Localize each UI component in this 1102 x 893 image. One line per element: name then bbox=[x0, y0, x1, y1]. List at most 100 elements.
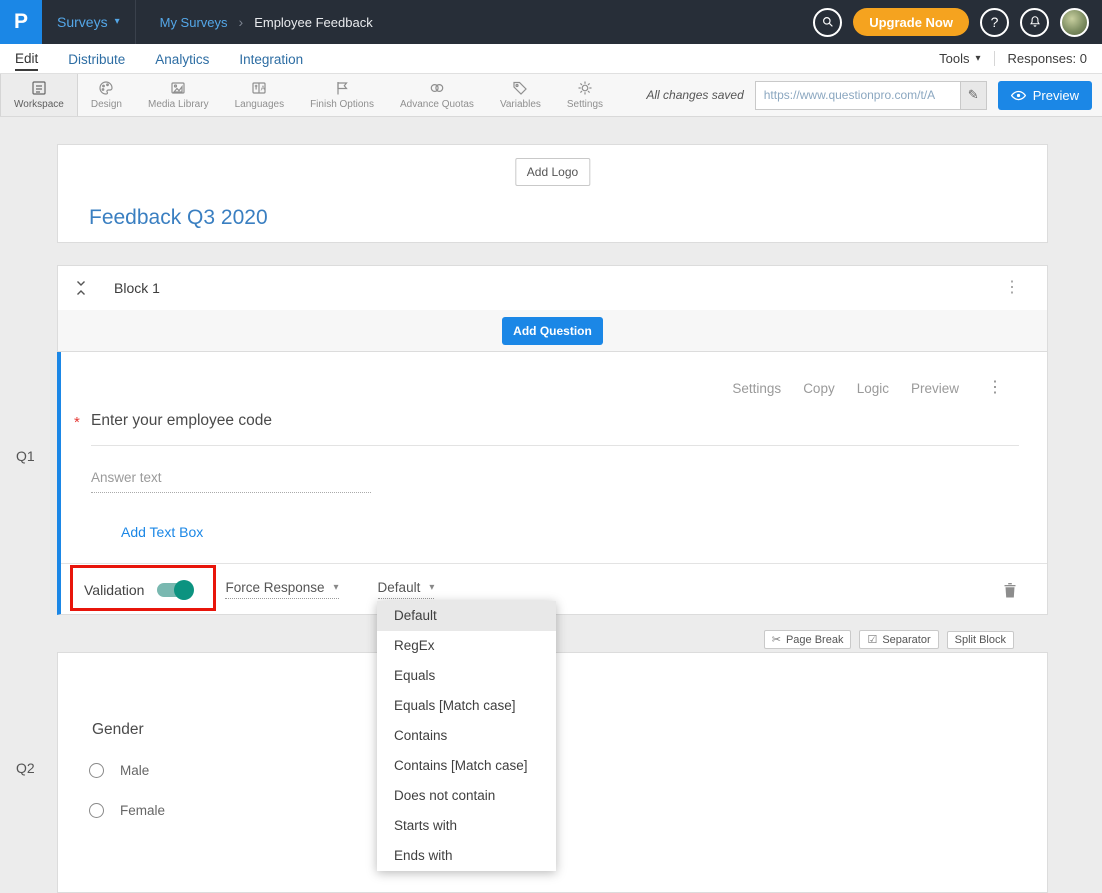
question-preview-link[interactable]: Preview bbox=[911, 381, 959, 396]
add-question-button[interactable]: Add Question bbox=[502, 317, 603, 345]
advance-quotas-icon bbox=[429, 80, 445, 96]
languages-icon: A bbox=[251, 80, 267, 96]
answer-option-label: Male bbox=[120, 763, 149, 778]
survey-title[interactable]: Feedback Q3 2020 bbox=[89, 206, 268, 230]
add-logo-button[interactable]: Add Logo bbox=[515, 158, 590, 186]
bell-icon bbox=[1028, 15, 1042, 29]
search-button[interactable] bbox=[813, 8, 842, 37]
toolbar-item-workspace[interactable]: Workspace bbox=[0, 74, 78, 116]
workspace-icon bbox=[31, 80, 47, 96]
tools-menu[interactable]: Tools ▾ bbox=[939, 51, 980, 66]
user-avatar[interactable] bbox=[1060, 8, 1089, 37]
tab-distribute[interactable]: Distribute bbox=[68, 48, 125, 70]
tab-integration[interactable]: Integration bbox=[239, 48, 303, 70]
help-button[interactable]: ? bbox=[980, 8, 1009, 37]
edit-url-button[interactable]: ✎ bbox=[960, 82, 986, 109]
add-question-bar: Add Question bbox=[57, 310, 1048, 352]
tab-analytics[interactable]: Analytics bbox=[155, 48, 209, 70]
validation-type-value: Default bbox=[378, 580, 421, 595]
preview-button[interactable]: Preview bbox=[998, 81, 1092, 110]
vertical-divider bbox=[994, 51, 995, 66]
radio-button-icon[interactable] bbox=[89, 803, 104, 818]
question-settings-link[interactable]: Settings bbox=[732, 381, 781, 396]
collapse-block-button[interactable] bbox=[75, 280, 87, 296]
toolbar-item-advance-quotas[interactable]: Advance Quotas bbox=[387, 74, 487, 116]
tabbar-right: Tools ▾ Responses: 0 bbox=[939, 51, 1087, 66]
force-response-dropdown[interactable]: Force Response ▾ bbox=[225, 580, 338, 599]
separator-label: Separator bbox=[882, 634, 930, 646]
validation-toggle[interactable] bbox=[157, 583, 192, 597]
split-block-label: Split Block bbox=[955, 634, 1006, 646]
question-logic-link[interactable]: Logic bbox=[857, 381, 889, 396]
variables-icon bbox=[512, 80, 528, 96]
survey-url-box: https://www.questionpro.com/t/A ✎ bbox=[755, 81, 987, 110]
survey-header-card: Add Logo Feedback Q3 2020 bbox=[57, 144, 1048, 243]
caret-down-icon: ▾ bbox=[334, 583, 339, 593]
settings-gear-icon bbox=[577, 80, 593, 96]
breadcrumb: My Surveys › Employee Feedback bbox=[160, 14, 373, 30]
question-number-q1: Q1 bbox=[16, 448, 35, 464]
survey-url-input[interactable]: https://www.questionpro.com/t/A bbox=[756, 88, 960, 102]
radio-button-icon[interactable] bbox=[89, 763, 104, 778]
answer-option-male[interactable]: Male bbox=[89, 763, 149, 778]
question-2-text[interactable]: Gender bbox=[92, 721, 144, 739]
menu-option-regex[interactable]: RegEx bbox=[377, 631, 556, 661]
header-actions: Upgrade Now ? bbox=[813, 8, 1102, 37]
question-1-text-value: Enter your employee code bbox=[91, 412, 272, 429]
required-asterisk: * bbox=[74, 414, 80, 431]
toolbar-item-variables[interactable]: Variables bbox=[487, 74, 554, 116]
toolbar-right: All changes saved https://www.questionpr… bbox=[646, 74, 1102, 116]
chevron-right-icon: › bbox=[239, 14, 244, 30]
separator-button[interactable]: ☑ Separator bbox=[859, 630, 938, 649]
menu-option-contains[interactable]: Contains bbox=[377, 721, 556, 751]
questionpro-logo[interactable]: P bbox=[0, 0, 42, 44]
menu-option-does-not-contain[interactable]: Does not contain bbox=[377, 781, 556, 811]
header-divider bbox=[135, 0, 136, 44]
toolbar-item-finish-options[interactable]: Finish Options bbox=[297, 74, 387, 116]
menu-option-contains-match-case[interactable]: Contains [Match case] bbox=[377, 751, 556, 781]
split-block-button[interactable]: Split Block bbox=[947, 631, 1014, 649]
add-text-box-link[interactable]: Add Text Box bbox=[121, 524, 203, 540]
toolbar-item-label: Workspace bbox=[14, 99, 64, 110]
tab-edit[interactable]: Edit bbox=[15, 47, 38, 71]
question-copy-link[interactable]: Copy bbox=[803, 381, 835, 396]
menu-option-ends-with[interactable]: Ends with bbox=[377, 841, 556, 871]
answer-text-field[interactable]: Answer text bbox=[91, 470, 371, 493]
toolbar-item-languages[interactable]: A Languages bbox=[222, 74, 298, 116]
delete-question-button[interactable] bbox=[1003, 582, 1017, 598]
upgrade-now-button[interactable]: Upgrade Now bbox=[853, 8, 969, 36]
tools-label: Tools bbox=[939, 51, 969, 66]
collapse-icon bbox=[75, 280, 87, 296]
breadcrumb-my-surveys[interactable]: My Surveys bbox=[160, 15, 228, 30]
menu-option-starts-with[interactable]: Starts with bbox=[377, 811, 556, 841]
answer-option-female[interactable]: Female bbox=[89, 803, 165, 818]
validation-type-dropdown[interactable]: Default ▾ bbox=[378, 580, 435, 599]
save-status: All changes saved bbox=[646, 88, 743, 102]
notifications-button[interactable] bbox=[1020, 8, 1049, 37]
toolbar-item-settings[interactable]: Settings bbox=[554, 74, 616, 116]
page-break-button[interactable]: ✂ Page Break bbox=[764, 630, 852, 649]
toolbar-item-label: Languages bbox=[235, 99, 285, 110]
toolbar-item-label: Settings bbox=[567, 99, 603, 110]
media-library-icon bbox=[170, 80, 186, 96]
caret-down-icon: ▾ bbox=[115, 17, 120, 27]
question-1-card: Settings Copy Logic Preview ⋮ * Enter yo… bbox=[57, 352, 1048, 615]
responses-count[interactable]: Responses: 0 bbox=[1008, 51, 1088, 66]
menu-option-default[interactable]: Default bbox=[377, 601, 556, 631]
menu-option-equals[interactable]: Equals bbox=[377, 661, 556, 691]
toolbar-item-label: Finish Options bbox=[310, 99, 374, 110]
toolbar-item-label: Variables bbox=[500, 99, 541, 110]
menu-option-equals-match-case[interactable]: Equals [Match case] bbox=[377, 691, 556, 721]
toolbar-item-label: Design bbox=[91, 99, 122, 110]
answer-option-label: Female bbox=[120, 803, 165, 818]
toolbar-item-design[interactable]: Design bbox=[78, 74, 135, 116]
toolbar-item-media-library[interactable]: Media Library bbox=[135, 74, 222, 116]
question-1-text[interactable]: * Enter your employee code bbox=[91, 412, 1019, 446]
question-menu-button[interactable]: ⋮ bbox=[987, 380, 1003, 396]
validation-type-menu: Default RegEx Equals Equals [Match case]… bbox=[377, 601, 556, 871]
surveys-menu[interactable]: Surveys ▾ bbox=[42, 0, 135, 44]
question-mark-icon: ? bbox=[991, 14, 999, 30]
block-menu-button[interactable]: ⋮ bbox=[1004, 280, 1020, 296]
search-icon bbox=[821, 15, 835, 29]
block-title[interactable]: Block 1 bbox=[114, 280, 160, 296]
